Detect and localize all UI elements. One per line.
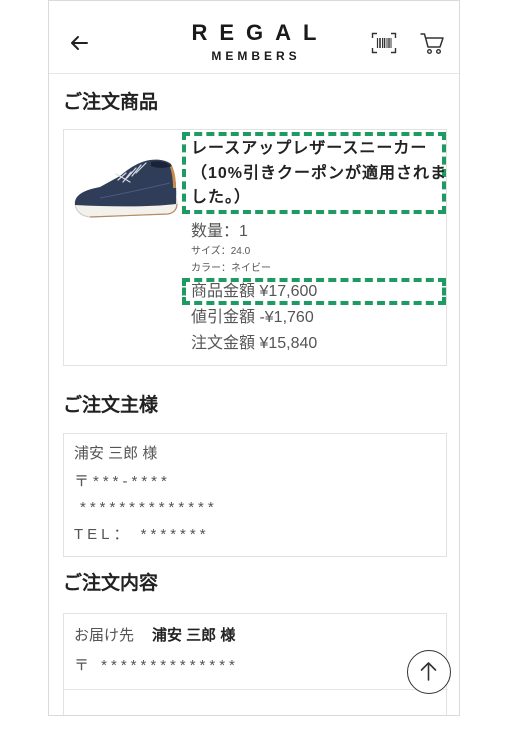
delivery-label: お届け先 bbox=[74, 627, 135, 644]
arrow-up-icon bbox=[420, 662, 437, 681]
cart-button[interactable] bbox=[419, 31, 445, 55]
product-name-line: （10%引きクーポンが適用されま bbox=[191, 164, 448, 182]
barcode-scan-icon bbox=[371, 32, 397, 54]
section-title-orderer: ご注文主様 bbox=[63, 395, 159, 416]
orderer-name: 浦安 三郎 様 bbox=[74, 445, 158, 462]
order-details-card: お届け先 浦安 三郎 様 〒 ************** bbox=[63, 613, 448, 715]
order-item-card: レースアップレザースニーカー （10%引きクーポンが適用されま した。） 数量：… bbox=[63, 129, 447, 366]
header: REGAL MEMBERS bbox=[49, 1, 459, 74]
product-name-line: した。） bbox=[191, 189, 252, 206]
sneaker-image bbox=[72, 152, 178, 224]
product-name-line: レースアップレザースニーカー bbox=[191, 140, 428, 157]
orderer-card: 浦安 三郎 様 〒***-**** ************** TEL： **… bbox=[63, 433, 447, 557]
barcode-button[interactable] bbox=[371, 32, 397, 54]
size: サイズ：24.0 bbox=[191, 246, 251, 257]
discount: 値引金額 -¥1,760 bbox=[191, 309, 314, 326]
logo-members: MEMBERS bbox=[211, 49, 301, 63]
orderer-address: ************** bbox=[80, 499, 218, 516]
orderer-postal-code: 〒***-**** bbox=[74, 473, 171, 490]
section-title-order-details: ご注文内容 bbox=[63, 573, 159, 594]
delivery-name: 浦安 三郎 様 bbox=[152, 627, 236, 644]
logo-regal: REGAL bbox=[191, 20, 329, 45]
quantity: 数量：1 bbox=[191, 223, 248, 240]
color: カラー：ネイビー bbox=[191, 263, 271, 274]
section-title-order-items: ご注文商品 bbox=[63, 92, 159, 113]
scroll-top-button[interactable] bbox=[407, 650, 451, 694]
cart-icon bbox=[420, 33, 444, 55]
subtotal: 商品金額 ¥17,600 bbox=[191, 283, 318, 300]
order-total: 注文金額 ¥15,840 bbox=[191, 335, 318, 352]
product-name: レースアップレザースニーカー （10%引きクーポンが適用されま した。） bbox=[191, 137, 447, 211]
app-screen: REGAL MEMBERS ご注文商品 レースアップレザースニーカー （10%引… bbox=[48, 0, 460, 716]
divider bbox=[64, 689, 448, 690]
orderer-tel: TEL： ******* bbox=[74, 526, 210, 543]
delivery-address: 〒 ************** bbox=[74, 657, 239, 674]
